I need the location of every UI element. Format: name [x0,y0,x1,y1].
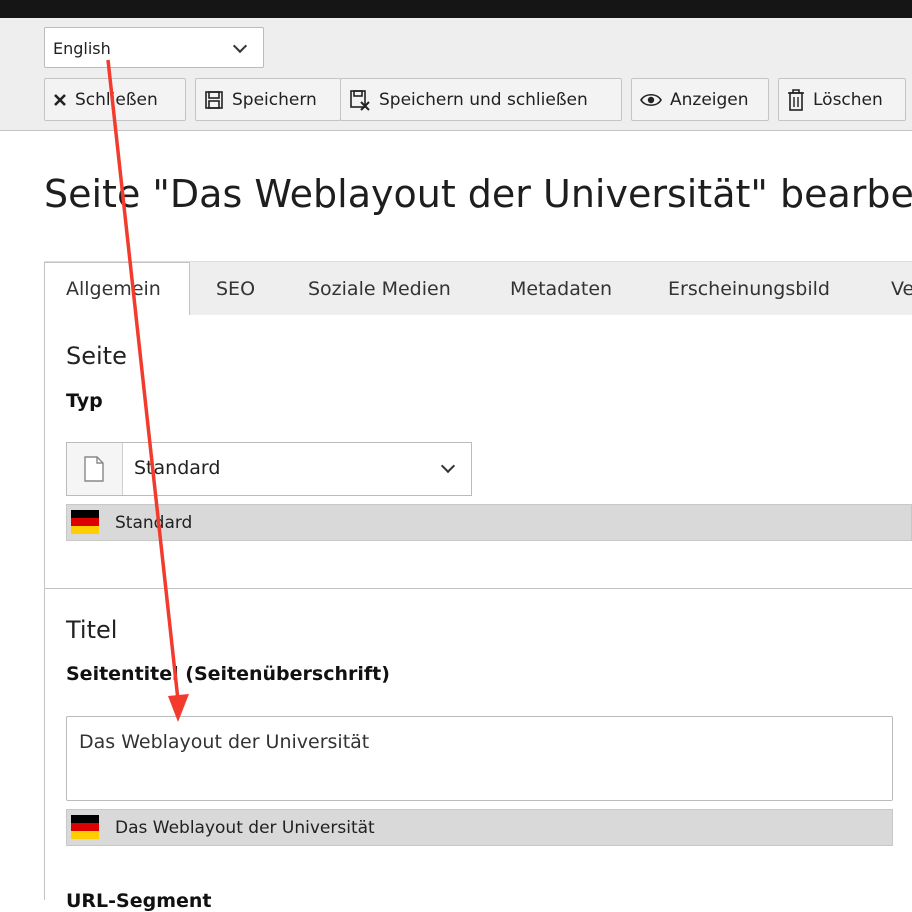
section-title-titel: Titel [66,616,118,644]
tab-metadaten[interactable]: Metadaten [510,262,612,316]
section-title-seite: Seite [66,342,127,370]
tab-soziale-medien[interactable]: Soziale Medien [308,262,451,316]
delete-button-label: Löschen [813,89,883,110]
title-reference-text: Das Weblayout der Universität [115,818,375,838]
page-title-textarea[interactable]: Das Weblayout der Universität [66,716,893,801]
close-icon [54,93,66,106]
section-divider [45,588,912,589]
tab-seo[interactable]: SEO [216,262,255,316]
title-reference-value: Das Weblayout der Universität [66,809,893,846]
german-flag-icon [71,510,99,534]
window-top-bar [0,0,912,18]
tab-bar: Allgemein SEO Soziale Medien Metadaten E… [44,261,912,317]
page-type-select[interactable]: Standard [66,442,472,496]
url-segment-label: URL-Segment [66,890,212,912]
save-and-close-button[interactable]: Speichern und schließen [340,78,622,121]
delete-button[interactable]: Löschen [778,78,906,121]
german-flag-icon [71,815,99,839]
tab-more[interactable]: Ve [891,262,912,316]
type-icon-box [67,443,123,495]
save-and-close-button-label: Speichern und schließen [379,89,588,110]
chevron-down-icon [440,458,456,474]
language-select-value: English [53,39,111,58]
close-button[interactable]: Schließen [44,78,186,121]
page-type-value: Standard [134,457,221,479]
language-select[interactable]: English [44,27,264,68]
tab-erscheinungsbild[interactable]: Erscheinungsbild [668,262,830,316]
tab-allgemein[interactable]: Allgemein [44,262,190,316]
save-icon [205,90,223,109]
type-reference-text: Standard [115,513,193,533]
save-close-icon [350,89,370,111]
page-title: Seite "Das Weblayout der Universität" be… [44,172,912,216]
save-button[interactable]: Speichern [195,78,341,121]
save-button-label: Speichern [232,89,317,110]
type-reference-value: Standard [66,504,912,541]
trash-icon [788,88,804,111]
eye-icon [640,93,662,106]
chevron-down-icon [232,38,248,54]
page-title-field-label: Seitentitel (Seitenüberschrift) [66,663,390,685]
close-button-label: Schließen [75,89,158,110]
view-button-label: Anzeigen [670,89,749,110]
document-icon [84,456,104,482]
type-label: Typ [66,390,103,412]
view-button[interactable]: Anzeigen [631,78,769,121]
